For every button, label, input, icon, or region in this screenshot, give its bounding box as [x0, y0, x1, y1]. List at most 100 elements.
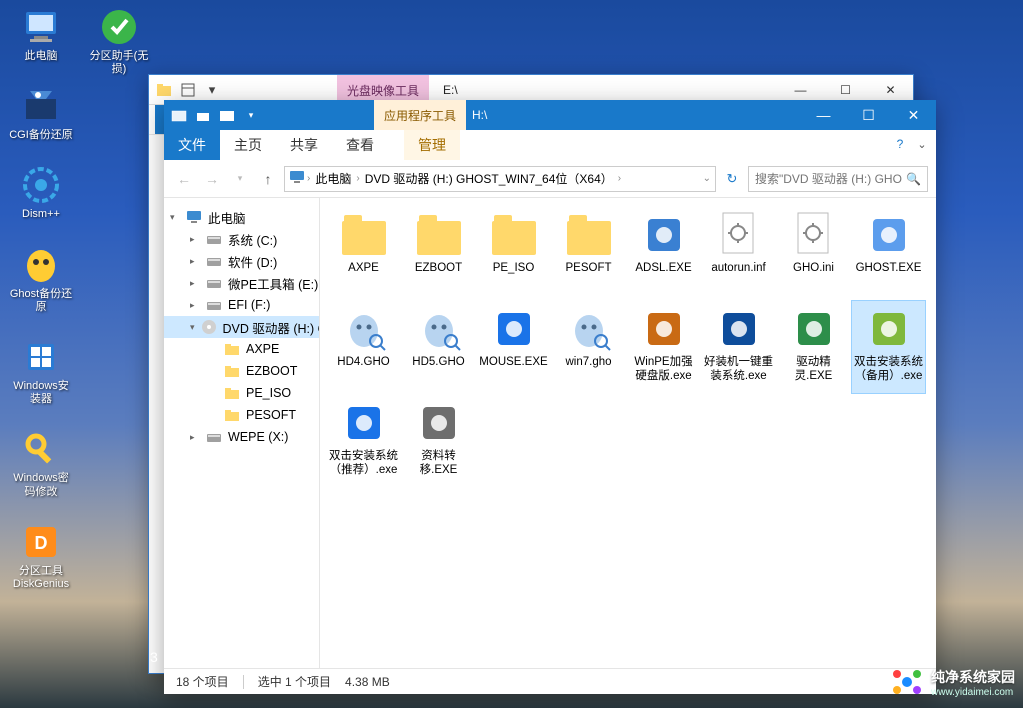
nav-up-button[interactable]: ↑: [256, 167, 280, 191]
refresh-button[interactable]: ↻: [720, 166, 744, 192]
tree-item[interactable]: EZBOOT: [164, 360, 319, 382]
file-item[interactable]: HD5.GHO: [401, 300, 476, 394]
address-bar[interactable]: › 此电脑 › DVD 驱动器 (H:) GHOST_WIN7_64位（X64）…: [284, 166, 716, 192]
tree-item-label: PESOFT: [246, 408, 296, 422]
file-icon: [865, 211, 913, 259]
file-item[interactable]: 资料转移.EXE: [401, 394, 476, 488]
file-item[interactable]: 双击安装系统（推荐）.exe: [326, 394, 401, 488]
titlebar-front[interactable]: ▾ 应用程序工具 H:\ — ☐ ✕: [164, 100, 936, 130]
tab-manage[interactable]: 管理: [404, 130, 460, 160]
tree-caret-icon[interactable]: ▸: [190, 432, 200, 443]
qat-props-icon[interactable]: [192, 104, 214, 126]
maximize-button[interactable]: ☐: [846, 100, 891, 130]
file-item[interactable]: 双击安装系统（备用）.exe: [851, 300, 926, 394]
tree-item[interactable]: ▾此电脑: [164, 206, 319, 228]
tree-item[interactable]: ▸WEPE (X:): [164, 426, 319, 448]
nav-history-dropdown[interactable]: ▾: [228, 167, 252, 191]
file-icon: [415, 211, 463, 259]
file-item[interactable]: autorun.inf: [701, 206, 776, 300]
file-icon: [640, 211, 688, 259]
tree-item[interactable]: PE_ISO: [164, 382, 319, 404]
cgi-icon: [20, 85, 62, 127]
chevron-right-icon[interactable]: ›: [307, 173, 310, 184]
file-item[interactable]: GHOST.EXE: [851, 206, 926, 300]
file-item[interactable]: win7.gho: [551, 300, 626, 394]
ribbon-expand-icon[interactable]: ⌄: [914, 136, 930, 152]
tree-item[interactable]: PESOFT: [164, 404, 319, 426]
navigation-tree[interactable]: ▾此电脑 ▸ 系统 (C:)▸软件 (D:)▸微PE工具箱 (E:)▸EFI (F:…: [164, 198, 320, 668]
desktop-icon-dism[interactable]: Dism++: [6, 162, 76, 223]
tree-item[interactable]: AXPE: [164, 338, 319, 360]
file-icon: [490, 211, 538, 259]
tree-caret-icon[interactable]: ▸: [190, 278, 200, 289]
breadcrumb-drive[interactable]: DVD 驱动器 (H:) GHOST_WIN7_64位（X64）: [362, 170, 616, 187]
explorer-icon: [153, 79, 175, 101]
ribbon-help-icon[interactable]: ?: [892, 136, 908, 152]
desktop-icon-label: Windows密码修改: [8, 472, 74, 498]
file-menu[interactable]: 文件: [164, 130, 220, 160]
addr-dropdown-icon[interactable]: ⌄: [703, 173, 711, 184]
tree-caret-icon[interactable]: ▾: [170, 212, 180, 223]
tree-item[interactable]: ▸ 系统 (C:): [164, 228, 319, 250]
search-box[interactable]: 🔍: [748, 166, 928, 192]
desktop-icon-partassist[interactable]: 分区助手(无损): [84, 4, 154, 78]
qat-dropdown-icon[interactable]: ▾: [201, 79, 223, 101]
chevron-right-icon[interactable]: ›: [618, 173, 621, 184]
file-item[interactable]: HD4.GHO: [326, 300, 401, 394]
file-item[interactable]: MOUSE.EXE: [476, 300, 551, 394]
tab-share[interactable]: 共享: [276, 130, 332, 160]
tree-item-label: 系统 (C:): [228, 230, 277, 249]
tree-item[interactable]: ▸微PE工具箱 (E:): [164, 272, 319, 294]
file-icon: [415, 399, 463, 447]
nav-forward-button[interactable]: →: [200, 167, 224, 191]
minimize-button[interactable]: —: [801, 100, 846, 130]
file-item[interactable]: ADSL.EXE: [626, 206, 701, 300]
desktop-icons-col1: 此电脑 CGI备份还原 Dism++ Ghost备份还原 Windows安装器 Windo…: [6, 4, 76, 593]
tree-item-icon: [206, 297, 222, 313]
desktop-icon-ghost[interactable]: Ghost备份还原: [6, 242, 76, 316]
file-item[interactable]: AXPE: [326, 206, 401, 300]
tree-caret-icon[interactable]: ▾: [190, 322, 195, 333]
tree-caret-icon[interactable]: ▸: [190, 234, 200, 245]
tree-caret-icon[interactable]: ▸: [190, 256, 200, 267]
file-icon: [340, 305, 388, 353]
app-tools-tab[interactable]: 应用程序工具: [374, 100, 466, 130]
tree-caret-icon[interactable]: ▸: [190, 300, 200, 311]
file-label: GHO.ini: [791, 261, 836, 275]
status-bar: 18 个项目 选中 1 个项目 4.38 MB: [164, 668, 936, 694]
file-item[interactable]: 驱动精灵.EXE: [776, 300, 851, 394]
file-item[interactable]: 好装机一键重装系统.exe: [701, 300, 776, 394]
file-item[interactable]: PE_ISO: [476, 206, 551, 300]
file-item[interactable]: GHO.ini: [776, 206, 851, 300]
close-button[interactable]: ✕: [891, 100, 936, 130]
tab-view[interactable]: 查看: [332, 130, 388, 160]
file-list-pane[interactable]: AXPE EZBOOT PE_ISOPESOFTADSL.EXEautorun.in…: [320, 198, 936, 668]
file-item[interactable]: PESOFT: [551, 206, 626, 300]
desktop-icon-winpass[interactable]: Windows密码修改: [6, 426, 76, 500]
tree-item-icon: [201, 319, 217, 335]
search-input[interactable]: [755, 172, 902, 186]
thispc-icon: [20, 6, 62, 48]
desktop-icon-thispc[interactable]: 此电脑: [6, 4, 76, 65]
desktop-icon-diskgen[interactable]: D分区工具DiskGenius: [6, 519, 76, 593]
tab-home[interactable]: 主页: [220, 130, 276, 160]
nav-back-button[interactable]: ←: [172, 167, 196, 191]
tree-item[interactable]: ▸软件 (D:): [164, 250, 319, 272]
desktop-icon-wininstall[interactable]: Windows安装器: [6, 334, 76, 408]
qat-props-icon[interactable]: [177, 79, 199, 101]
tree-item[interactable]: ▾DVD 驱动器 (H:) G: [164, 316, 319, 338]
file-label: EZBOOT: [413, 261, 464, 275]
qat-dropdown-icon[interactable]: ▾: [240, 104, 262, 126]
breadcrumb-thispc[interactable]: 此电脑: [312, 170, 354, 187]
file-icon: [865, 305, 913, 353]
desktop-icon-label: Dism++: [22, 208, 60, 221]
chevron-right-icon[interactable]: ›: [356, 173, 359, 184]
qat-newfolder-icon[interactable]: [216, 104, 238, 126]
desktop-icon-cgi[interactable]: CGI备份还原: [6, 83, 76, 144]
tree-item-icon: [224, 407, 240, 423]
file-item[interactable]: EZBOOT: [401, 206, 476, 300]
svg-text:D: D: [35, 533, 48, 553]
search-icon[interactable]: 🔍: [906, 172, 921, 186]
tree-item[interactable]: ▸EFI (F:): [164, 294, 319, 316]
file-item[interactable]: WinPE加强硬盘版.exe: [626, 300, 701, 394]
